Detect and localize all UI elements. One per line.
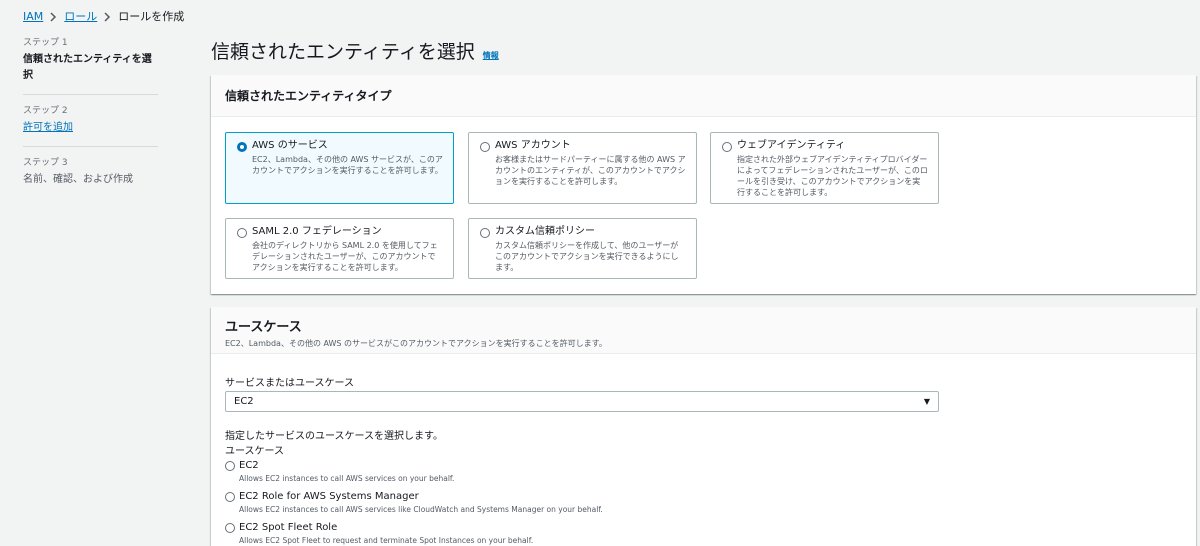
step-number: ステップ 1 bbox=[23, 38, 68, 48]
option-title: EC2 Spot Fleet Role bbox=[239, 522, 338, 533]
tile-description: EC2、Lambda、その他の AWS サービスが、このアカウントでアクションを… bbox=[252, 155, 443, 175]
service-field-label: サービスまたはユースケース bbox=[225, 378, 354, 389]
tile-web-identity[interactable]: ウェブアイデンティティ 指定された外部ウェブアイデンティティプロバイダーによって… bbox=[710, 132, 939, 204]
radio-icon[interactable] bbox=[480, 228, 490, 238]
tile-description: 指定された外部ウェブアイデンティティプロバイダーによってフェデレーションされたユ… bbox=[737, 155, 928, 197]
tile-title: カスタム信頼ポリシー bbox=[495, 226, 595, 237]
panel-title: ユースケース bbox=[225, 319, 302, 335]
tile-description: カスタム信頼ポリシーを作成して、他のユーザーがこのアカウントでアクションを実行で… bbox=[495, 241, 679, 272]
wizard-steps: ステップ 1 信頼されたエンティティを選択 ステップ 2 許可を追加 ステップ … bbox=[23, 37, 158, 208]
panel-header: ユースケース EC2、Lambda、その他の AWS のサービスがこのアカウント… bbox=[211, 307, 1196, 354]
use-case-hint: 指定したサービスのユースケースを選択します。 bbox=[225, 431, 443, 442]
step-title: 信頼されたエンティティを選択 bbox=[23, 54, 152, 81]
option-title: EC2 Role for AWS Systems Manager bbox=[239, 491, 419, 502]
radio-icon[interactable] bbox=[225, 492, 235, 502]
page-header: 信頼されたエンティティを選択 情報 bbox=[211, 37, 499, 64]
panel-header: 信頼されたエンティティタイプ bbox=[211, 75, 1196, 117]
breadcrumb-roles-link[interactable]: ロール bbox=[64, 9, 97, 25]
tile-description: お客様またはサードパーティーに属する他の AWS アカウントのエンティティが、こ… bbox=[495, 155, 686, 186]
use-case-label: ユースケース bbox=[225, 446, 284, 457]
radio-icon[interactable] bbox=[480, 142, 490, 152]
option-description: Allows EC2 instances to call AWS service… bbox=[239, 474, 455, 483]
step-number: ステップ 2 bbox=[23, 106, 68, 116]
use-case-option-ec2-ssm[interactable]: EC2 Role for AWS Systems Manager Allows … bbox=[225, 490, 603, 515]
tile-title: ウェブアイデンティティ bbox=[737, 140, 846, 151]
step-3: ステップ 3 名前、確認、および作成 bbox=[23, 157, 158, 198]
service-select[interactable]: EC2 ▼ bbox=[225, 391, 939, 412]
chevron-right-icon bbox=[104, 12, 111, 22]
trusted-entity-panel: 信頼されたエンティティタイプ AWS のサービス EC2、Lambda、その他の… bbox=[211, 75, 1196, 294]
option-description: Allows EC2 Spot Fleet to request and ter… bbox=[239, 536, 534, 545]
caret-down-icon: ▼ bbox=[923, 397, 930, 406]
info-link[interactable]: 情報 bbox=[483, 50, 499, 61]
use-case-option-spot-fleet[interactable]: EC2 Spot Fleet Role Allows EC2 Spot Flee… bbox=[225, 521, 533, 546]
step-link-add-permissions[interactable]: 許可を追加 bbox=[23, 120, 158, 136]
radio-icon[interactable] bbox=[722, 142, 732, 152]
tile-saml-federation[interactable]: SAML 2.0 フェデレーション 会社のディレクトリから SAML 2.0 を… bbox=[225, 218, 454, 279]
radio-icon[interactable] bbox=[225, 523, 235, 533]
breadcrumb-iam-link[interactable]: IAM bbox=[23, 9, 43, 25]
service-select-value: EC2 bbox=[234, 396, 254, 407]
tile-aws-account[interactable]: AWS アカウント お客様またはサードパーティーに属する他の AWS アカウント… bbox=[468, 132, 697, 204]
breadcrumb-current: ロールを作成 bbox=[118, 10, 185, 23]
chevron-right-icon bbox=[50, 12, 57, 22]
option-title: EC2 bbox=[239, 460, 259, 471]
tile-title: SAML 2.0 フェデレーション bbox=[252, 226, 382, 237]
tile-title: AWS のサービス bbox=[252, 140, 328, 151]
step-1: ステップ 1 信頼されたエンティティを選択 bbox=[23, 37, 158, 95]
tile-custom-trust-policy[interactable]: カスタム信頼ポリシー カスタム信頼ポリシーを作成して、他のユーザーがこのアカウン… bbox=[468, 218, 697, 279]
breadcrumb: IAM ロール ロールを作成 bbox=[23, 9, 184, 25]
step-number: ステップ 3 bbox=[23, 158, 68, 168]
use-case-option-ec2[interactable]: EC2 Allows EC2 instances to call AWS ser… bbox=[225, 459, 454, 484]
step-2: ステップ 2 許可を追加 bbox=[23, 105, 158, 147]
step-title: 名前、確認、および作成 bbox=[23, 174, 133, 185]
panel-title: 信頼されたエンティティタイプ bbox=[225, 89, 392, 103]
tile-title: AWS アカウント bbox=[495, 140, 571, 151]
page-title: 信頼されたエンティティを選択 bbox=[211, 41, 475, 63]
use-case-panel: ユースケース EC2、Lambda、その他の AWS のサービスがこのアカウント… bbox=[211, 307, 1196, 546]
tile-aws-service[interactable]: AWS のサービス EC2、Lambda、その他の AWS サービスが、このアカ… bbox=[225, 132, 454, 204]
panel-description: EC2、Lambda、その他の AWS のサービスがこのアカウントでアクションを… bbox=[225, 338, 607, 348]
radio-selected-icon[interactable] bbox=[225, 461, 235, 471]
tile-description: 会社のディレクトリから SAML 2.0 を使用してフェデレーションされたユーザ… bbox=[252, 241, 438, 272]
radio-icon[interactable] bbox=[237, 228, 247, 238]
radio-selected-icon[interactable] bbox=[237, 142, 247, 152]
option-description: Allows EC2 instances to call AWS service… bbox=[239, 505, 603, 514]
